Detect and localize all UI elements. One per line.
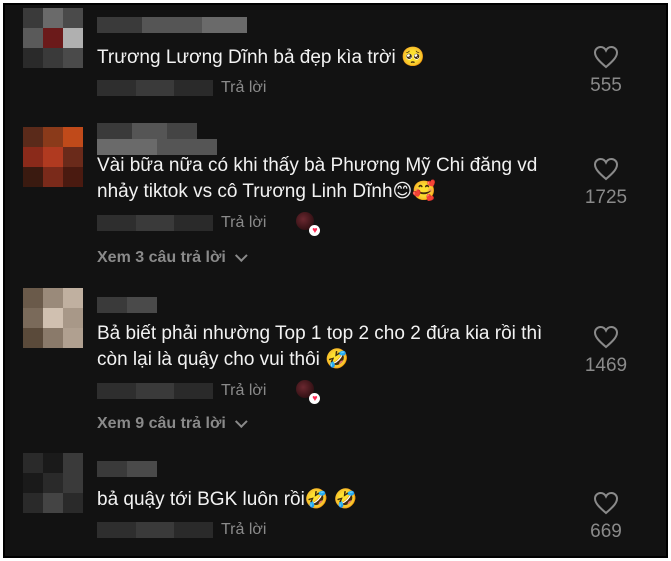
reply-button[interactable]: Trả lời: [221, 214, 266, 232]
username-blurred[interactable]: [97, 297, 157, 313]
avatar-pixel: [63, 147, 83, 167]
avatar-pixel: [43, 328, 63, 348]
reply-button[interactable]: Trả lời: [221, 382, 266, 400]
username-blurred[interactable]: [97, 461, 157, 477]
avatar-pixel: [43, 453, 63, 473]
avatar-pixel: [43, 288, 63, 308]
chevron-down-icon: [234, 248, 248, 262]
heart-outline-icon: [593, 157, 619, 181]
comment-text: Trương Lương Dĩnh bả đẹp kìa trời 🥺: [97, 47, 425, 68]
avatar-pixel: [63, 328, 83, 348]
avatar-pixel: [23, 8, 43, 28]
avatar-pixel: [43, 127, 63, 147]
avatar-pixel: [23, 147, 43, 167]
avatar[interactable]: [23, 288, 83, 348]
comment-text: bả quậy tới BGK luôn rồi🤣 🤣: [97, 489, 358, 510]
avatar-pixel: [23, 453, 43, 473]
reply-button[interactable]: Trả lời: [221, 521, 266, 539]
avatar-pixel: [23, 493, 43, 513]
like-count: 1469: [584, 355, 628, 376]
like-button[interactable]: 669: [576, 491, 636, 543]
avatar-pixel: [43, 8, 63, 28]
username-blurred[interactable]: [97, 17, 247, 33]
avatar-pixel: [63, 8, 83, 28]
avatar-pixel: [63, 493, 83, 513]
avatar-pixel: [23, 473, 43, 493]
comment-text: Vài bữa nữa có khi thấy bà Phương Mỹ Chi…: [97, 155, 538, 202]
avatar[interactable]: [23, 127, 83, 187]
timestamp-blurred: [97, 522, 214, 538]
avatar-pixel: [63, 453, 83, 473]
avatar-pixel: [63, 473, 83, 493]
like-button[interactable]: 1725: [576, 157, 636, 209]
avatar-pixel: [63, 288, 83, 308]
view-replies-button[interactable]: Xem 3 câu trả lời: [97, 248, 248, 267]
avatar-pixel: [23, 288, 43, 308]
creator-liked-avatar-icon: ♥: [296, 212, 321, 236]
creator-liked-avatar-icon: ♥: [296, 380, 321, 404]
avatar-pixel: [43, 48, 63, 68]
view-replies-label: Xem 3 câu trả lời: [97, 249, 226, 266]
avatar-pixel: [23, 328, 43, 348]
reply-button[interactable]: Trả lời: [221, 79, 266, 97]
chevron-down-icon: [234, 414, 248, 428]
like-count: 669: [590, 521, 622, 542]
comment-meta: Trả lời ♥: [97, 212, 321, 236]
avatar-pixel: [63, 308, 83, 328]
like-count: 1725: [584, 187, 628, 208]
avatar-pixel: [23, 28, 43, 48]
avatar-pixel: [43, 308, 63, 328]
heart-outline-icon: [593, 491, 619, 515]
avatar-pixel: [23, 308, 43, 328]
avatar-pixel: [23, 167, 43, 187]
comment-meta: Trả lời: [97, 520, 266, 540]
heart-outline-icon: [593, 325, 619, 349]
avatar-pixel: [63, 28, 83, 48]
comment-meta: Trả lời ♥: [97, 380, 321, 404]
avatar[interactable]: [23, 453, 83, 513]
avatar[interactable]: [23, 8, 83, 68]
avatar-pixel: [43, 28, 63, 48]
timestamp-blurred: [97, 80, 214, 96]
avatar-pixel: [43, 167, 63, 187]
avatar-pixel: [23, 48, 43, 68]
avatar-pixel: [43, 147, 63, 167]
like-count: 555: [590, 75, 622, 96]
timestamp-blurred: [97, 215, 214, 231]
avatar-pixel: [23, 127, 43, 147]
avatar-pixel: [63, 167, 83, 187]
comments-panel: Trương Lương Dĩnh bả đẹp kìa trời 🥺 Trả …: [3, 3, 668, 558]
avatar-pixel: [63, 127, 83, 147]
timestamp-blurred: [97, 383, 214, 399]
like-button[interactable]: 1469: [576, 325, 636, 377]
comment-text: Bả biết phải nhường Top 1 top 2 cho 2 đứ…: [97, 323, 543, 370]
comment-meta: Trả lời: [97, 78, 266, 98]
username-blurred[interactable]: [97, 123, 197, 139]
like-button[interactable]: 555: [576, 45, 636, 97]
view-replies-label: Xem 9 câu trả lời: [97, 415, 226, 432]
view-replies-button[interactable]: Xem 9 câu trả lời: [97, 414, 248, 433]
avatar-pixel: [43, 473, 63, 493]
heart-outline-icon: [593, 45, 619, 69]
avatar-pixel: [43, 493, 63, 513]
avatar-pixel: [63, 48, 83, 68]
